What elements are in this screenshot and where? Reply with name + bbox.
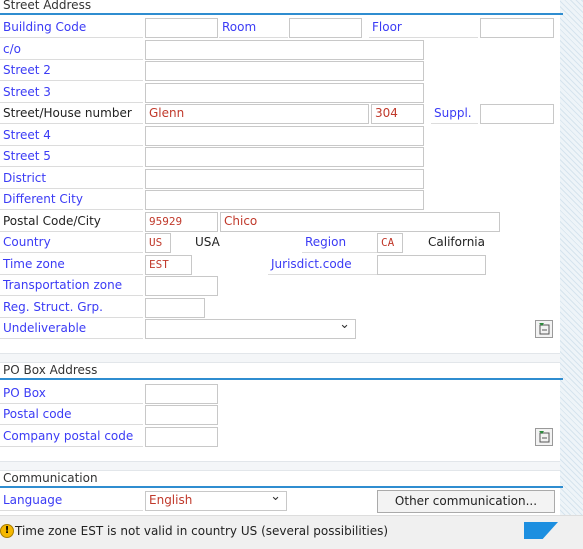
reg-struct-label: Reg. Struct. Grp. (0, 298, 143, 318)
po-box-input[interactable] (145, 384, 218, 404)
status-bar: ! Time zone EST is not valid in country … (0, 515, 583, 549)
section-po-box: PO Box Address (0, 364, 563, 380)
reg-struct-input[interactable] (145, 298, 205, 318)
company-postal-code-input[interactable] (145, 427, 218, 447)
street4-label: Street 4 (0, 126, 143, 146)
time-zone-label: Time zone (0, 255, 143, 275)
room-label: Room (219, 18, 288, 38)
suppl-label: Suppl. (431, 104, 478, 124)
language-label: Language (0, 491, 143, 511)
po-box-label: PO Box (0, 384, 143, 404)
address-details-icon[interactable] (535, 320, 553, 338)
jurisdict-input[interactable] (377, 255, 486, 275)
region-label: Region (302, 233, 377, 253)
room-input[interactable] (289, 18, 362, 38)
street-label: Street/House number (0, 104, 143, 124)
po-box-details-icon[interactable] (535, 428, 553, 446)
street5-label: Street 5 (0, 147, 143, 167)
language-dropdown[interactable]: English (145, 488, 287, 511)
house-number-input[interactable]: 304 (371, 104, 424, 124)
building-code-input[interactable] (145, 18, 218, 38)
co-input[interactable] (145, 40, 424, 60)
district-input[interactable] (145, 169, 424, 189)
region-name: California (428, 235, 485, 249)
building-code-label: Building Code (0, 18, 143, 38)
sap-logo (524, 522, 558, 539)
street-input[interactable]: Glenn (145, 104, 369, 124)
status-message[interactable]: Time zone EST is not valid in country US… (15, 524, 388, 538)
transport-zone-input[interactable] (145, 276, 218, 296)
company-postal-code-label: Company postal code (0, 427, 143, 447)
section-communication: Communication (0, 472, 563, 488)
undeliverable-label: Undeliverable (0, 319, 143, 339)
jurisdict-label: Jurisdict.code (268, 255, 377, 275)
warning-icon: ! (0, 524, 14, 538)
street4-input[interactable] (145, 126, 424, 146)
co-label: c/o (0, 40, 143, 60)
region-input[interactable]: CA (377, 233, 403, 253)
transport-zone-label: Transportation zone (0, 276, 143, 296)
street5-input[interactable] (145, 147, 424, 167)
street3-label: Street 3 (0, 83, 143, 103)
different-city-input[interactable] (145, 190, 424, 210)
section-separator (0, 353, 560, 363)
scroll-area-background (560, 0, 583, 515)
floor-input[interactable] (480, 18, 554, 38)
postal-city-label: Postal Code/City (0, 212, 143, 232)
street3-input[interactable] (145, 83, 424, 103)
street2-input[interactable] (145, 61, 424, 81)
country-name: USA (195, 235, 220, 249)
undeliverable-dropdown[interactable] (145, 316, 356, 339)
country-input[interactable]: US (145, 233, 171, 253)
country-label: Country (0, 233, 143, 253)
section-separator (0, 461, 560, 471)
district-label: District (0, 169, 143, 189)
time-zone-input[interactable]: EST (145, 255, 192, 275)
po-postal-code-label: Postal code (0, 405, 143, 425)
city-input[interactable]: Chico (220, 212, 500, 232)
section-street-address: Street Address (0, 0, 563, 15)
floor-label: Floor (369, 18, 478, 38)
po-postal-code-input[interactable] (145, 405, 218, 425)
postal-code-input[interactable]: 95929 (145, 212, 218, 232)
different-city-label: Different City (0, 190, 143, 210)
suppl-input[interactable] (480, 104, 554, 124)
street2-label: Street 2 (0, 61, 143, 81)
other-communication-button[interactable]: Other communication... (377, 490, 555, 513)
